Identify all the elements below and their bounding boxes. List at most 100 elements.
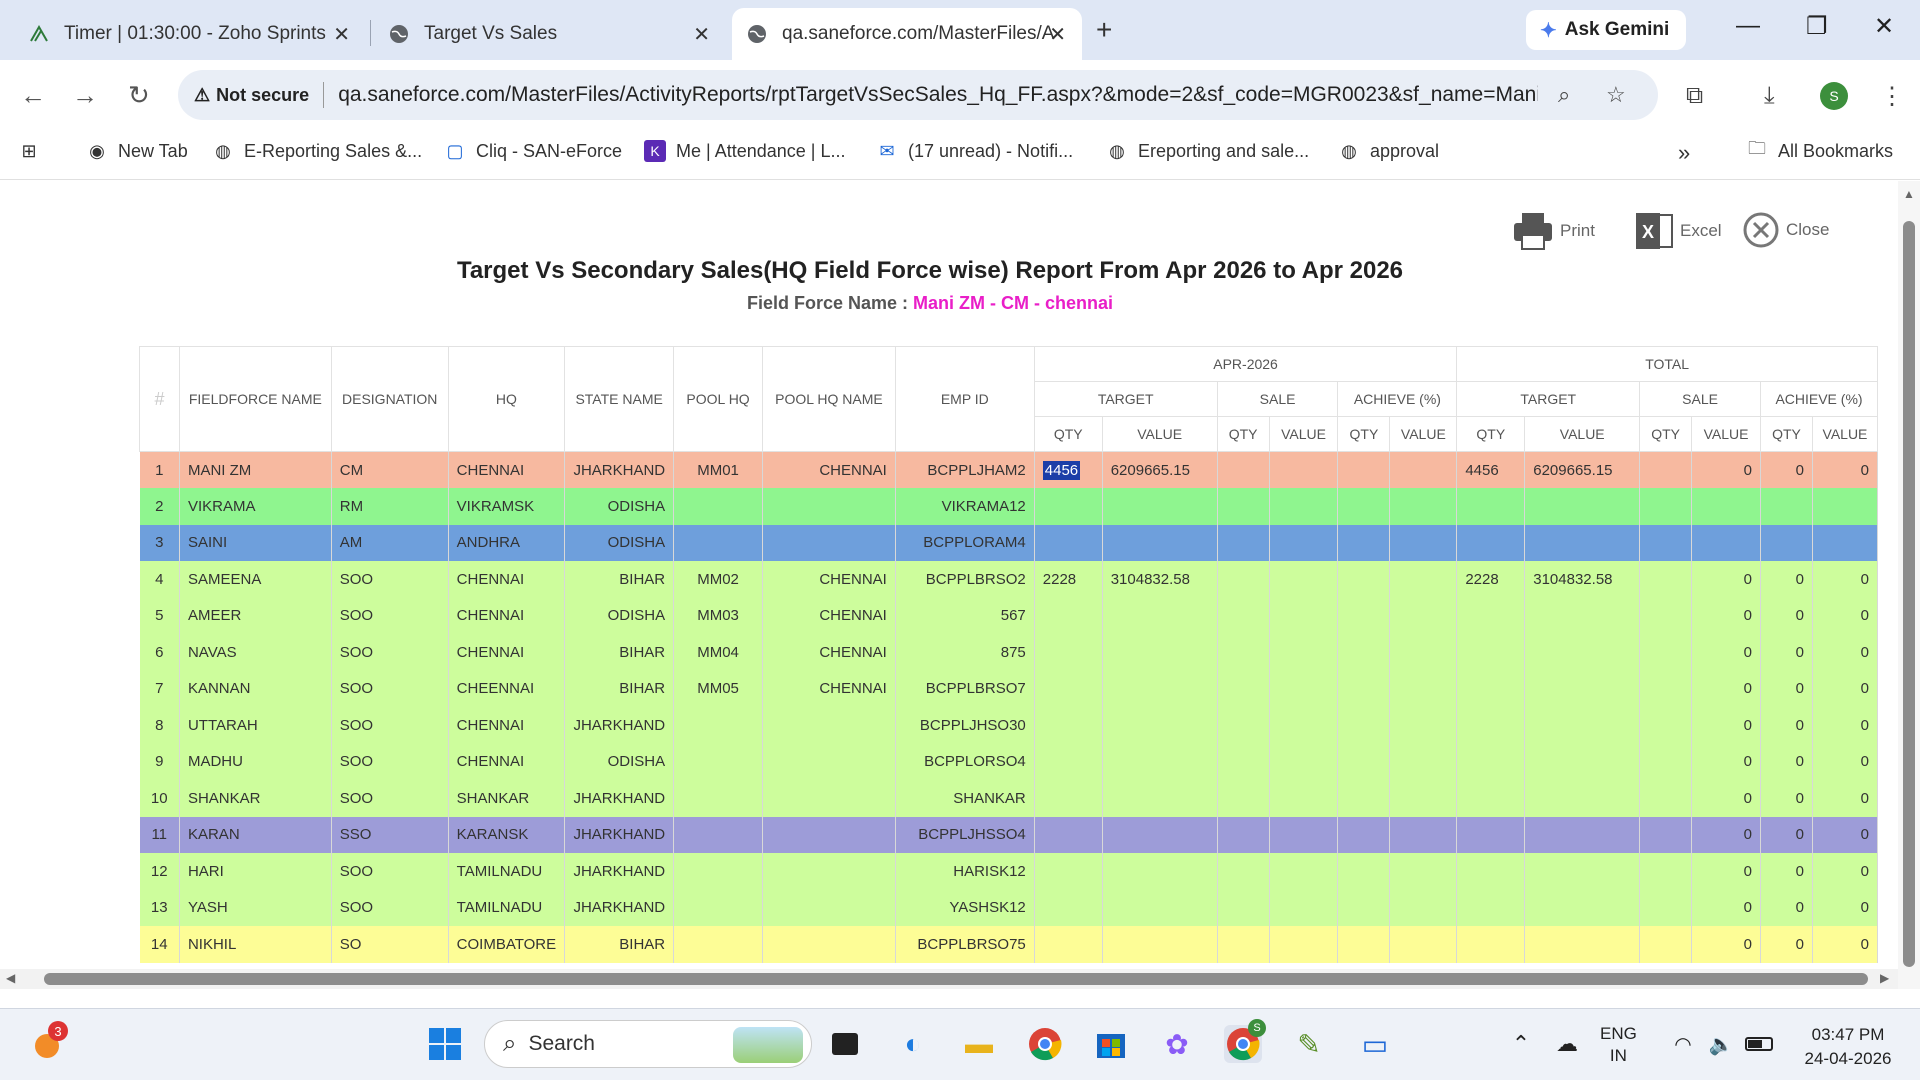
task-view-icon[interactable] xyxy=(826,1025,864,1063)
bookmark-e-reporting[interactable]: ◍ E-Reporting Sales &... xyxy=(212,140,422,162)
cloud-offline-icon[interactable]: ☁ xyxy=(1548,1025,1586,1063)
chevron-up-icon[interactable]: ⌃ xyxy=(1502,1025,1540,1063)
close-icon[interactable]: ✕ xyxy=(1049,22,1066,47)
battery-icon[interactable] xyxy=(1740,1025,1778,1063)
volume-icon[interactable]: 🔈 xyxy=(1702,1025,1740,1063)
state-cell: ODISHA xyxy=(564,597,675,634)
profile-avatar[interactable]: S xyxy=(1820,82,1848,110)
menu-dots-icon[interactable]: ⋮ xyxy=(1880,82,1904,111)
minimize-icon[interactable]: — xyxy=(1736,12,1760,40)
vertical-scrollbar[interactable]: ▲ xyxy=(1898,181,1920,989)
designation-cell: CM xyxy=(331,451,449,488)
excel-button[interactable]: X Excel xyxy=(1634,211,1722,251)
scroll-left-icon[interactable]: ◀ xyxy=(6,971,15,985)
close-report-button[interactable]: Close xyxy=(1742,211,1829,249)
sale-value-cell xyxy=(1269,889,1339,926)
print-button[interactable]: Print xyxy=(1512,211,1595,251)
total-target-qty-cell xyxy=(1456,853,1526,890)
file-explorer-icon[interactable]: ▬ xyxy=(960,1025,998,1063)
back-arrow-icon[interactable]: ← xyxy=(20,80,46,111)
fieldforce-name-cell[interactable]: SHANKAR xyxy=(179,780,332,817)
sale-qty-cell xyxy=(1217,597,1270,634)
pool-hq-cell xyxy=(673,780,764,817)
windows-start-icon[interactable] xyxy=(426,1025,464,1063)
bookmark-star-icon[interactable]: ☆ xyxy=(1606,82,1626,108)
language-indicator[interactable]: ENG IN xyxy=(1600,1023,1637,1067)
tab-active-report[interactable]: qa.saneforce.com/MasterFiles/A ✕ xyxy=(732,8,1082,60)
fieldforce-name-cell[interactable]: NIKHIL xyxy=(179,926,332,963)
close-icon[interactable]: ✕ xyxy=(693,22,710,47)
total-sale-value-cell xyxy=(1691,524,1761,561)
bookmark-notifications[interactable]: ✉ (17 unread) - Notifi... xyxy=(876,140,1073,162)
horizontal-scrollbar[interactable]: ◀ ▶ xyxy=(0,969,1898,989)
hq-cell: COIMBATORE xyxy=(448,926,566,963)
vertical-scroll-thumb[interactable] xyxy=(1903,221,1915,967)
close-icon[interactable]: ✕ xyxy=(333,22,350,47)
wifi-icon[interactable]: ◠ xyxy=(1664,1025,1702,1063)
fieldforce-name-cell[interactable]: YASH xyxy=(179,889,332,926)
taskbar-search[interactable]: ⌕ Search xyxy=(484,1020,812,1068)
fieldforce-name-cell[interactable]: UTTARAH xyxy=(179,707,332,744)
fieldforce-name-cell[interactable]: KANNAN xyxy=(179,670,332,707)
address-bar[interactable]: ⚠ Not secure qa.saneforce.com/MasterFile… xyxy=(178,70,1658,120)
emp-id-cell: VIKRAMA12 xyxy=(895,488,1035,525)
screen-search-icon[interactable]: ⧉ xyxy=(1686,82,1703,110)
ask-gemini-button[interactable]: ✦ Ask Gemini xyxy=(1526,10,1686,50)
total-sale-value-cell: 0 xyxy=(1691,634,1761,671)
window-close-icon[interactable]: ✕ xyxy=(1874,12,1894,41)
bookmark-ereporting-sale[interactable]: ◍ Ereporting and sale... xyxy=(1106,140,1309,162)
microsoft-store-icon[interactable] xyxy=(1092,1025,1130,1063)
scroll-up-icon[interactable]: ▲ xyxy=(1903,187,1915,201)
download-icon[interactable]: ⤓ xyxy=(1764,82,1775,110)
forward-arrow-icon[interactable]: → xyxy=(72,80,98,111)
fieldforce-name-cell[interactable]: SAMEENA xyxy=(179,561,332,598)
scroll-right-icon[interactable]: ▶ xyxy=(1880,971,1889,985)
total-target-qty-cell xyxy=(1456,780,1526,817)
state-cell: ODISHA xyxy=(564,743,675,780)
achieve-qty-cell xyxy=(1337,816,1391,853)
url-text[interactable]: qa.saneforce.com/MasterFiles/ActivityRep… xyxy=(338,83,1538,107)
copilot-icon[interactable]: ✿ xyxy=(1158,1025,1196,1063)
total-achieve-qty-cell: 0 xyxy=(1760,889,1813,926)
snipping-app-icon[interactable]: ✎ xyxy=(1290,1025,1328,1063)
clock[interactable]: 03:47 PM 24-04-2026 xyxy=(1788,1023,1908,1071)
fieldforce-name-cell[interactable]: VIKRAMA xyxy=(179,488,332,525)
bookmark-cliq[interactable]: ▢ Cliq - SAN-eForce xyxy=(444,140,622,162)
all-bookmarks[interactable]: 🗀 All Bookmarks xyxy=(1746,138,1893,162)
total-target-qty-cell: 2228 xyxy=(1456,561,1526,598)
fieldforce-name-cell[interactable]: MADHU xyxy=(179,743,332,780)
edge-icon[interactable]: ◐ xyxy=(894,1025,932,1063)
col-header-designation: DESIGNATION xyxy=(330,346,449,452)
new-tab-button[interactable]: + xyxy=(1096,14,1112,46)
achieve-value-cell xyxy=(1389,816,1458,853)
fieldforce-name-cell[interactable]: HARI xyxy=(179,853,332,890)
more-bookmarks-icon[interactable]: » xyxy=(1678,140,1690,166)
chrome-profile-icon[interactable]: S xyxy=(1224,1019,1266,1063)
reload-icon[interactable]: ↻ xyxy=(128,80,150,111)
chrome-icon[interactable] xyxy=(1026,1025,1064,1063)
designation-cell: SOO xyxy=(331,561,449,598)
not-secure-indicator[interactable]: ⚠ Not secure xyxy=(194,85,309,106)
fieldforce-name-cell[interactable]: KARAN xyxy=(179,816,332,853)
report-title: Target Vs Secondary Sales(HQ Field Force… xyxy=(456,257,1404,284)
tab-target-vs-sales[interactable]: Target Vs Sales ✕ xyxy=(374,8,726,60)
pool-hq-name-cell xyxy=(762,743,896,780)
tab-zoho-sprints[interactable]: Timer | 01:30:00 - Zoho Sprints ✕ xyxy=(14,8,366,60)
pool-hq-cell xyxy=(673,853,764,890)
feedback-icon[interactable]: ▭ xyxy=(1356,1025,1394,1063)
weather-widget-icon[interactable]: 3 xyxy=(30,1021,68,1063)
globe-icon: ◍ xyxy=(1109,140,1125,161)
col-header-qty: QTY xyxy=(1337,416,1391,452)
bookmark-attendance[interactable]: K Me | Attendance | L... xyxy=(644,140,845,162)
apps-grid-icon[interactable]: ⊞ xyxy=(18,140,50,162)
horizontal-scroll-thumb[interactable] xyxy=(44,973,1868,985)
zoom-icon[interactable]: ⌕ xyxy=(1558,82,1570,108)
fieldforce-name-cell[interactable]: MANI ZM xyxy=(179,451,332,488)
restore-icon[interactable]: ❐ xyxy=(1806,12,1828,41)
fieldforce-name-cell[interactable]: SAINI xyxy=(179,524,332,561)
bookmark-new-tab[interactable]: ◉ New Tab xyxy=(86,140,188,162)
bookmark-approval[interactable]: ◍ approval xyxy=(1338,140,1439,162)
total-sale-qty-cell xyxy=(1639,853,1693,890)
fieldforce-name-cell[interactable]: AMEER xyxy=(179,597,332,634)
fieldforce-name-cell[interactable]: NAVAS xyxy=(179,634,332,671)
